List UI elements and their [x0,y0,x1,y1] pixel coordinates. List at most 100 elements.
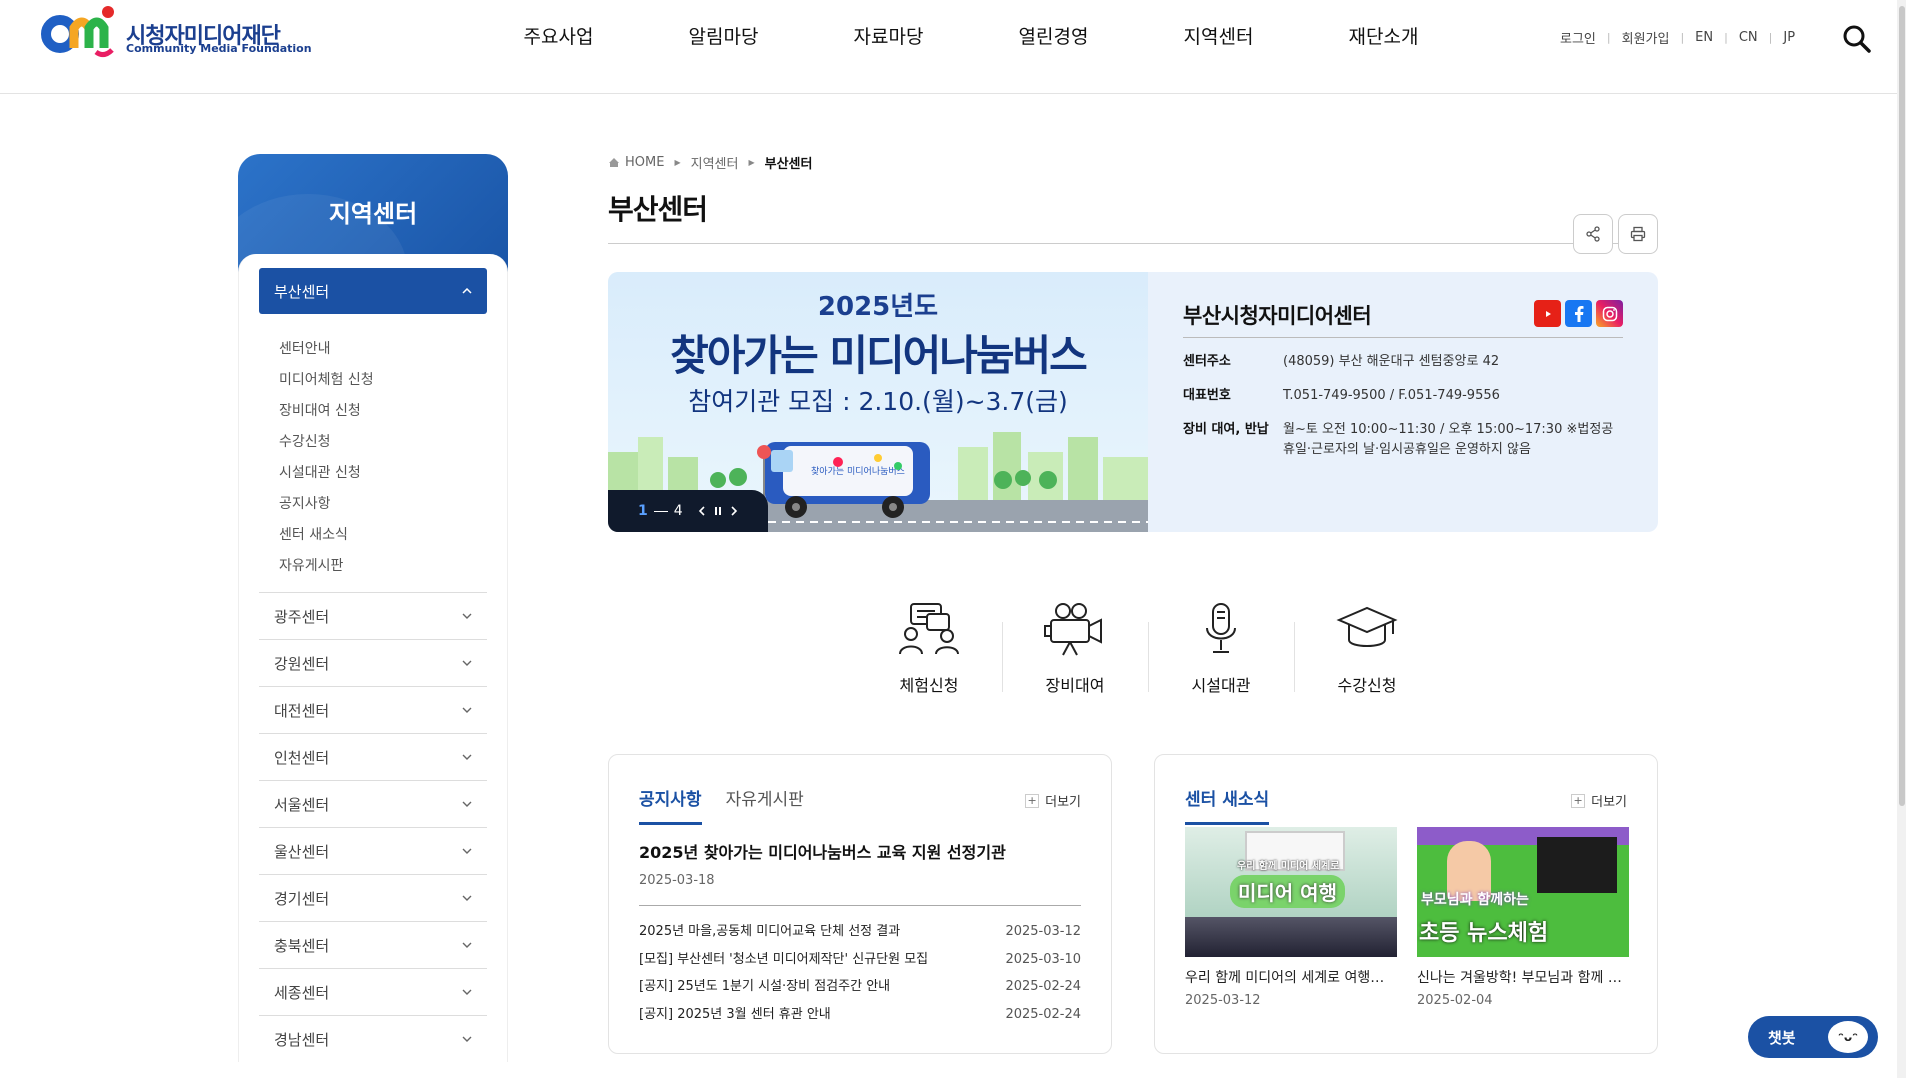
sidebar-item-label: 세종센터 [274,983,330,1002]
submenu-media-experience[interactable]: 미디어체험 신청 [279,365,487,396]
lang-cn-link[interactable]: CN [1739,30,1758,45]
submenu-facility-rental[interactable]: 시설대관 신청 [279,458,487,489]
sidebar-item-label: 광주센터 [274,607,330,626]
print-button[interactable] [1618,214,1658,254]
sidebar-item-seoul[interactable]: 서울센터 [259,780,487,827]
logo-subtitle: Community Media Foundation [126,42,312,55]
breadcrumb-regional[interactable]: 지역센터 [691,153,739,172]
sidebar-item-gyeongnam[interactable]: 경남센터 [259,1015,487,1062]
thumb-title: 미디어 여행 [1230,875,1345,908]
sidebar-item-sejong[interactable]: 세종센터 [259,968,487,1015]
banner-year: 2025년도 [817,292,939,322]
bus-label: 찾아가는 미디어나눔버스 [811,466,905,477]
nav-item-main-business[interactable]: 주요사업 [476,22,641,49]
news-card[interactable]: 부모님과 함께하는 초등 뉴스체험 신나는 겨울방학! 부모님과 함께 TV 뉴… [1417,827,1629,1008]
submenu-center-info[interactable]: 센터안내 [279,334,487,365]
info-label: 센터주소 [1183,354,1231,369]
quick-facility-button[interactable]: 시설대관 [1148,602,1294,696]
sidebar-item-label: 인천센터 [274,748,330,767]
logo-mark-icon [41,6,114,58]
chevron-down-icon [462,1036,472,1042]
sidebar-item-gyeonggi[interactable]: 경기센터 [259,874,487,921]
chevron-down-icon [462,707,472,713]
notice-date: 2025-03-10 [1005,951,1081,967]
quick-equipment-button[interactable]: 장비대여 [1002,602,1148,696]
sidebar-item-gwangju[interactable]: 광주센터 [259,592,487,639]
news-tabs: 센터 새소식 [1185,785,1627,825]
list-item[interactable]: [모집] 부산센터 '청소년 미디어제작단' 신규단원 모집 2025-03-10 [639,946,1081,974]
quick-experience-button[interactable]: 체험신청 [856,602,1002,696]
center-intro-box: 2025년도 찾아가는 미디어나눔버스 참여기관 모집 : 2.10.(월)~3… [608,272,1658,532]
sidebar-item-chungbuk[interactable]: 충북센터 [259,921,487,968]
chevron-down-icon [462,660,472,666]
lang-jp-link[interactable]: JP [1783,30,1795,45]
pause-icon[interactable] [713,506,723,516]
next-icon[interactable] [729,506,739,516]
nav-item-notice[interactable]: 알림마당 [641,22,806,49]
breadcrumb-arrow-icon: ▶ [674,157,681,167]
promo-banner[interactable]: 2025년도 찾아가는 미디어나눔버스 참여기관 모집 : 2.10.(월)~3… [608,272,1148,532]
site-logo[interactable]: 시청자미디어재단 Community Media Foundation [34,0,312,64]
sidebar-item-label: 울산센터 [274,842,330,861]
sidebar-item-busan[interactable]: 부산센터 [259,268,487,314]
chevron-down-icon [462,942,472,948]
tab-free-board[interactable]: 자유게시판 [726,785,804,825]
sidebar-item-ulsan[interactable]: 울산센터 [259,827,487,874]
page-scrollbar[interactable] [1897,0,1906,1078]
chatbot-button[interactable]: 챗봇 ᵔᴗᵔ [1748,1016,1878,1058]
featured-notice[interactable]: 2025년 찾아가는 미디어나눔버스 교육 지원 선정기관 2025-03-18 [639,825,1081,906]
instagram-icon[interactable] [1596,300,1623,327]
list-item[interactable]: [공지] 2025년 3월 센터 휴관 안내 2025-02-24 [639,1001,1081,1029]
prev-icon[interactable] [697,506,707,516]
nav-item-about[interactable]: 재단소개 [1301,22,1466,49]
quick-course-button[interactable]: 수강신청 [1294,602,1440,696]
nav-item-regional-centers[interactable]: 지역센터 [1136,22,1301,49]
sidebar-item-incheon[interactable]: 인천센터 [259,733,487,780]
sidebar-item-daejeon[interactable]: 대전센터 [259,686,487,733]
chatbot-label: 챗봇 [1768,1028,1796,1047]
news-date: 2025-03-12 [1185,993,1261,1008]
news-title: 우리 함께 미디어의 세계로 여행을 떠나요 [1185,970,1397,986]
signup-link[interactable]: 회원가입 [1622,28,1670,47]
thumb-caption: 부모님과 함께하는 [1421,892,1529,908]
utility-menu: 로그인 | 회원가입 | EN | CN | JP [1560,28,1795,47]
graduation-cap-icon [1336,606,1398,647]
list-item[interactable]: 2025년 마을,공동체 미디어교육 단체 선정 결과 2025-03-12 [639,918,1081,946]
slide-current: 1 [638,503,648,519]
share-button[interactable] [1573,214,1613,254]
list-item[interactable]: [공지] 25년도 1분기 시설·장비 점검주간 안내 2025-02-24 [639,973,1081,1001]
scrollbar-thumb[interactable] [1899,6,1905,806]
notice-tabs: 공지사항 자유게시판 [639,785,1081,825]
info-value: (48059) 부산 해운대구 센텀중앙로 42 [1283,354,1500,369]
news-board: 센터 새소식 + 더보기 우리 함께 미디어 세계로 미디어 여행 우리 함께 미… [1154,754,1658,1054]
submenu-center-news[interactable]: 센터 새소식 [279,520,487,551]
facebook-icon[interactable] [1565,300,1592,327]
print-icon [1630,226,1646,242]
divider: | [1768,31,1773,44]
lang-en-link[interactable]: EN [1695,30,1713,45]
more-label: 더보기 [1591,795,1627,810]
chevron-down-icon [462,613,472,619]
breadcrumb: HOME ▶ 지역센터 ▶ 부산센터 [608,150,1658,174]
breadcrumb-home[interactable]: HOME [625,155,664,170]
news-more-button[interactable]: + 더보기 [1571,791,1627,810]
chatbot-face-icon: ᵔᴗᵔ [1828,1021,1868,1053]
search-icon[interactable] [1842,24,1872,54]
submenu-free-board[interactable]: 자유게시판 [279,551,487,582]
youtube-icon[interactable] [1534,300,1561,327]
login-link[interactable]: 로그인 [1560,28,1596,47]
banner-subtitle: 참여기관 모집 : 2.10.(월)~3.7(금) [688,387,1068,416]
submenu-notices[interactable]: 공지사항 [279,489,487,520]
nav-item-resources[interactable]: 자료마당 [806,22,971,49]
news-card[interactable]: 우리 함께 미디어 세계로 미디어 여행 우리 함께 미디어의 세계로 여행을 … [1185,827,1397,1008]
notice-date: 2025-02-24 [1005,1006,1081,1022]
tab-notices[interactable]: 공지사항 [639,785,702,825]
tab-center-news[interactable]: 센터 새소식 [1185,785,1270,825]
sidebar-item-gangwon[interactable]: 강원센터 [259,639,487,686]
nav-item-open-management[interactable]: 열린경영 [971,22,1136,49]
submenu-course-registration[interactable]: 수강신청 [279,427,487,458]
submenu-equipment-rental[interactable]: 장비대여 신청 [279,396,487,427]
banner-title: 찾아가는 미디어나눔버스 [670,331,1088,380]
notice-more-button[interactable]: + 더보기 [1025,791,1081,810]
site-header: 시청자미디어재단 Community Media Foundation 주요사업… [0,0,1897,94]
